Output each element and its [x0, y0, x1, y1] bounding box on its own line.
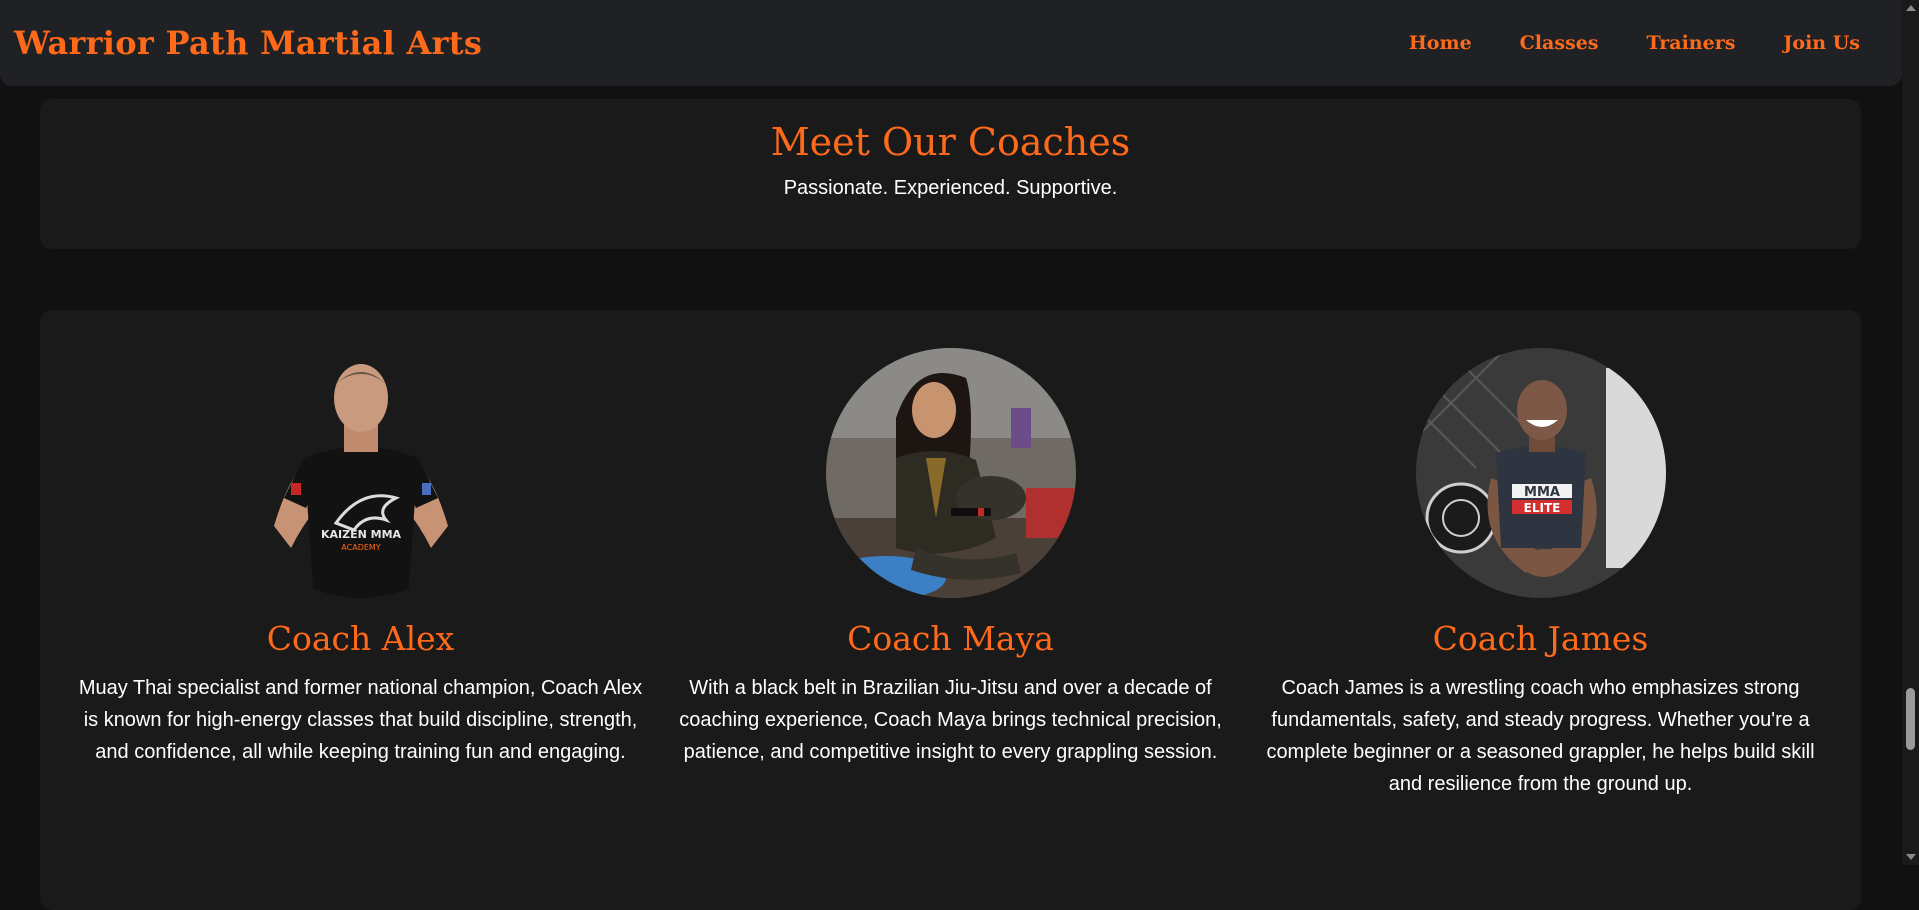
site-brand[interactable]: Warrior Path Martial Arts [14, 24, 482, 62]
page-scrollbar[interactable] [1902, 0, 1919, 865]
shirt-logo-text: MMA [1524, 485, 1560, 500]
shirt-logo-text: KAIZEN MMA [320, 528, 401, 541]
scroll-down-arrow-icon[interactable] [1906, 854, 1916, 860]
section-subtitle: Passionate. Experienced. Supportive. [783, 177, 1118, 199]
coach-maya-photo [825, 348, 1076, 598]
coach-maya-portrait [825, 348, 1076, 598]
coach-alex-photo: KAIZEN MMA ACADEMY [235, 348, 486, 598]
coach-card-james: MMA ELITE Coach James Coach James is a w… [1258, 348, 1823, 800]
shirt-logo-subtext: ACADEMY [341, 543, 381, 552]
coach-name: Coach James [1432, 619, 1649, 658]
top-navbar: Warrior Path Martial Arts Home Classes T… [0, 0, 1902, 86]
coach-alex-portrait: KAIZEN MMA ACADEMY [235, 348, 486, 598]
coach-james-photo: MMA ELITE [1415, 348, 1666, 598]
nav-link-home[interactable]: Home [1409, 32, 1472, 54]
scroll-thumb[interactable] [1906, 688, 1915, 750]
coach-james-portrait: MMA ELITE [1415, 348, 1666, 598]
coach-card-maya: Coach Maya With a black belt in Brazilia… [668, 348, 1233, 800]
coaches-grid: KAIZEN MMA ACADEMY Coach Alex Muay Thai … [40, 310, 1861, 800]
coaches-panel: KAIZEN MMA ACADEMY Coach Alex Muay Thai … [40, 310, 1861, 910]
coach-name: Coach Alex [266, 619, 455, 658]
coach-bio: With a black belt in Brazilian Jiu-Jitsu… [679, 677, 1222, 763]
coach-card-alex: KAIZEN MMA ACADEMY Coach Alex Muay Thai … [78, 348, 643, 800]
nav-links: Home Classes Trainers Join Us [1409, 32, 1860, 54]
coach-name: Coach Maya [847, 619, 1054, 658]
nav-link-join-us[interactable]: Join Us [1783, 32, 1860, 54]
section-title: Meet Our Coaches [770, 120, 1131, 164]
nav-link-classes[interactable]: Classes [1520, 32, 1599, 54]
scroll-up-arrow-icon[interactable] [1906, 5, 1916, 11]
nav-link-trainers[interactable]: Trainers [1647, 32, 1736, 54]
coach-bio: Muay Thai specialist and former national… [78, 677, 643, 763]
coaches-header-panel: Meet Our Coaches Passionate. Experienced… [40, 99, 1861, 249]
shirt-logo-subtext: ELITE [1523, 501, 1560, 515]
coach-bio: Coach James is a wrestling coach who emp… [1266, 677, 1815, 795]
